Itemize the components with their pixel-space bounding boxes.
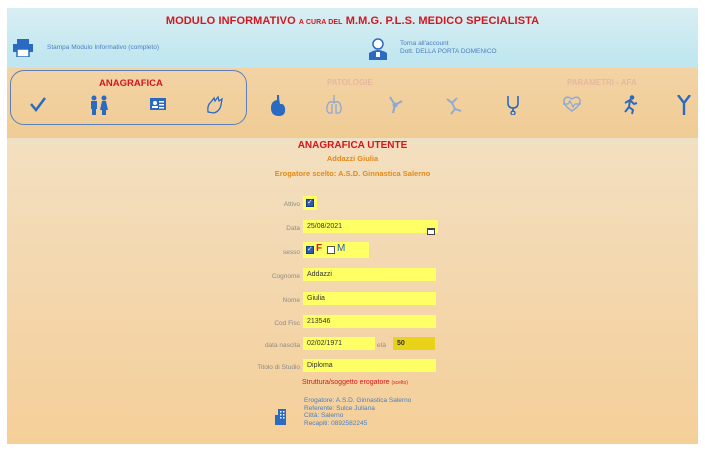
title-rest: M.M.G. P.L.S. MEDICO SPECIALISTA <box>345 15 540 27</box>
hand-icon[interactable] <box>205 95 225 120</box>
erogatore-info: Erogatore: A.S.D. Ginnastica Salerno Ref… <box>304 397 411 427</box>
people-icon[interactable] <box>89 95 109 120</box>
building-icon <box>275 409 289 430</box>
check-icon[interactable] <box>29 95 47 118</box>
struttura-small: (scelto) <box>391 380 408 386</box>
account-link[interactable]: Torna all'account Dott. DELLA PORTA DOME… <box>400 40 497 56</box>
data-nascita-label: data nascita <box>264 342 300 349</box>
tab-patologie[interactable]: PATOLOGIE <box>327 78 373 87</box>
calendar-icon[interactable] <box>427 222 435 240</box>
cognome-input[interactable]: Addazzi <box>303 268 436 281</box>
struttura-label: Struttura/soggetto erogatore (scelto) <box>302 379 408 386</box>
eta-input[interactable]: 50 <box>393 337 435 350</box>
recapiti-line: Recapiti: 0892582245 <box>304 419 368 427</box>
titolo-input[interactable]: Diploma <box>303 359 436 372</box>
referente-line: Referente: Sulce Juliana <box>304 404 375 412</box>
sex-f-checkbox[interactable] <box>306 245 314 254</box>
tab-parametri-afa[interactable]: PARAMETRI - AFA <box>567 78 637 87</box>
title-small: A CURA DEL <box>298 19 343 26</box>
nome-label: Nome <box>282 297 300 304</box>
muscle-icon[interactable] <box>445 95 463 120</box>
struttura-text: Struttura/soggetto erogatore <box>302 379 390 386</box>
tab-anagrafica[interactable]: ANAGRAFICA <box>99 78 163 89</box>
sex-m-label: M <box>337 243 346 254</box>
account-line-2: Dott. DELLA PORTA DOMENICO <box>400 48 497 55</box>
stethoscope-icon[interactable] <box>505 95 523 120</box>
codfisc-input[interactable]: 213546 <box>303 315 436 328</box>
tab-bar: ANAGRAFICA PATOLOGIE PARAMETRI - AFA <box>7 68 698 138</box>
print-module-link[interactable]: Stampa Modulo Informativo (completo) <box>47 44 159 51</box>
subject-name: Addazzi Giulia <box>326 154 379 163</box>
doctor-icon[interactable] <box>367 38 389 65</box>
id-card-icon[interactable] <box>149 95 167 118</box>
erogatore-line: Erogatore: A.S.D. Ginnastica Salerno <box>304 397 412 404</box>
attivo-label: Attivo <box>283 201 300 208</box>
main-frame: MODULO INFORMATIVO A CURA DEL M.M.G. P.L… <box>7 8 698 444</box>
codfisc-label: Cod Fisc <box>274 320 300 327</box>
erogatore-scelto: Erogatore scelto: A.S.D. Ginnastica Sale… <box>274 169 431 178</box>
runner-icon[interactable] <box>621 95 639 120</box>
nome-input[interactable]: Giulia <box>303 292 436 305</box>
sex-m-checkbox[interactable] <box>327 246 335 254</box>
page-title: MODULO INFORMATIVO A CURA DEL M.M.G. P.L… <box>7 15 698 27</box>
sex-f-label: F <box>316 243 323 254</box>
attivo-checkbox[interactable] <box>306 198 314 207</box>
joint-icon[interactable] <box>387 95 405 120</box>
title-main: MODULO INFORMATIVO <box>165 15 296 27</box>
citta-line: Città: Salerno <box>304 412 344 419</box>
stomach-icon[interactable] <box>269 95 287 122</box>
data-label: Data <box>286 225 300 232</box>
account-line-1: Torna all'account <box>400 40 449 47</box>
cognome-label: Cognome <box>271 273 300 280</box>
form-title: ANAGRAFICA UTENTE <box>297 140 408 151</box>
fork-icon[interactable] <box>677 94 691 120</box>
printer-icon[interactable] <box>12 39 34 62</box>
titolo-label: Titolo di Studio <box>257 364 300 371</box>
sesso-label: sesso <box>283 249 300 256</box>
lungs-icon[interactable] <box>325 95 343 120</box>
data-input[interactable]: 25/08/2021 <box>303 220 438 233</box>
eta-label: età <box>376 342 386 349</box>
heartbeat-icon[interactable] <box>562 95 582 118</box>
